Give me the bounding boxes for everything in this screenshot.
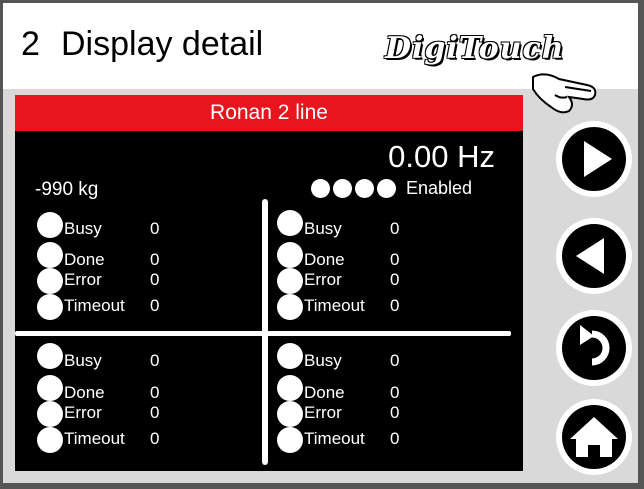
status-row: Timeout 0 xyxy=(33,427,253,457)
status-row: Timeout 0 xyxy=(273,294,493,324)
row-label: Timeout xyxy=(304,296,365,315)
row-label: Busy xyxy=(304,219,342,238)
timeout-indicator xyxy=(277,294,303,320)
error-indicator xyxy=(277,401,303,427)
status-dot xyxy=(311,179,330,198)
row-value: 0 xyxy=(390,429,400,448)
undo-button[interactable] xyxy=(556,310,632,386)
error-indicator xyxy=(37,268,63,294)
row-value: 0 xyxy=(150,351,160,370)
done-indicator xyxy=(277,242,303,268)
status-row: Busy 0 xyxy=(273,210,493,240)
quadrant-bottom-right: Busy 0 Done 0 Error 0 Timeout 0 xyxy=(273,343,493,463)
error-indicator xyxy=(37,401,63,427)
row-value: 0 xyxy=(150,219,160,238)
status-row: Busy 0 xyxy=(33,343,253,373)
status-row: Timeout 0 xyxy=(33,294,253,324)
row-label: Done xyxy=(304,250,345,269)
done-indicator xyxy=(37,242,63,268)
row-label: Busy xyxy=(304,351,342,370)
done-indicator xyxy=(277,375,303,401)
timeout-indicator xyxy=(37,427,63,453)
row-value: 0 xyxy=(150,296,160,315)
row-value: 0 xyxy=(390,270,400,289)
hand-pointer-icon xyxy=(532,73,597,114)
page-title: Display detail xyxy=(61,25,264,63)
status-dot xyxy=(333,179,352,198)
row-value: 0 xyxy=(150,429,160,448)
row-value: 0 xyxy=(150,270,160,289)
hmi-frame: 2 Display detail DigiTouch Ronan 2 line … xyxy=(0,0,644,489)
row-value: 0 xyxy=(390,219,400,238)
status-dot xyxy=(377,179,396,198)
row-label: Timeout xyxy=(64,429,125,448)
row-label: Busy xyxy=(64,219,102,238)
row-value: 0 xyxy=(150,383,160,402)
quadrant-divider-horizontal xyxy=(15,331,511,336)
home-icon xyxy=(570,417,618,457)
next-button[interactable] xyxy=(556,121,632,197)
row-label: Done xyxy=(304,383,345,402)
error-indicator xyxy=(277,268,303,294)
done-indicator xyxy=(37,375,63,401)
play-back-icon xyxy=(576,238,604,274)
row-value: 0 xyxy=(390,250,400,269)
row-value: 0 xyxy=(390,403,400,422)
logo-text: DigiTouch xyxy=(385,31,565,66)
row-label: Timeout xyxy=(304,429,365,448)
weight-readout: -990 kg xyxy=(35,179,99,200)
device-name-bar: Ronan 2 line xyxy=(15,95,523,131)
busy-indicator xyxy=(277,343,303,369)
timeout-indicator xyxy=(277,427,303,453)
hmi-panel: 2 Display detail DigiTouch Ronan 2 line … xyxy=(3,3,638,483)
back-button[interactable] xyxy=(556,218,632,294)
row-value: 0 xyxy=(390,351,400,370)
status-label: Enabled xyxy=(406,178,473,198)
home-button[interactable] xyxy=(556,399,632,475)
row-value: 0 xyxy=(390,296,400,315)
row-value: 0 xyxy=(150,250,160,269)
quadrant-top-left: Busy 0 Done 0 Error 0 Timeout 0 xyxy=(33,210,253,330)
page-number: 2 xyxy=(21,25,40,63)
busy-indicator xyxy=(37,212,63,238)
undo-icon xyxy=(580,325,610,366)
row-label: Error xyxy=(64,270,102,289)
play-forward-icon xyxy=(584,141,612,177)
status-row: Busy 0 xyxy=(33,210,253,240)
row-value: 0 xyxy=(150,403,160,422)
busy-indicator xyxy=(37,343,63,369)
row-value: 0 xyxy=(390,383,400,402)
timeout-indicator xyxy=(37,294,63,320)
row-label: Error xyxy=(304,403,342,422)
quadrant-bottom-left: Busy 0 Done 0 Error 0 Timeout 0 xyxy=(33,343,253,463)
busy-indicator xyxy=(277,210,303,236)
row-label: Error xyxy=(304,270,342,289)
detail-screen: Ronan 2 line 0.00 Hz -990 kg Enabled Bus… xyxy=(15,95,523,471)
status-row: Busy 0 xyxy=(273,343,493,373)
quadrant-top-right: Busy 0 Done 0 Error 0 Timeout 0 xyxy=(273,210,493,330)
row-label: Busy xyxy=(64,351,102,370)
frequency-readout: 0.00 Hz xyxy=(388,139,495,174)
row-label: Timeout xyxy=(64,296,125,315)
status-row: Timeout 0 xyxy=(273,427,493,457)
row-label: Done xyxy=(64,383,105,402)
row-label: Error xyxy=(64,403,102,422)
row-label: Done xyxy=(64,250,105,269)
status-dot xyxy=(355,179,374,198)
